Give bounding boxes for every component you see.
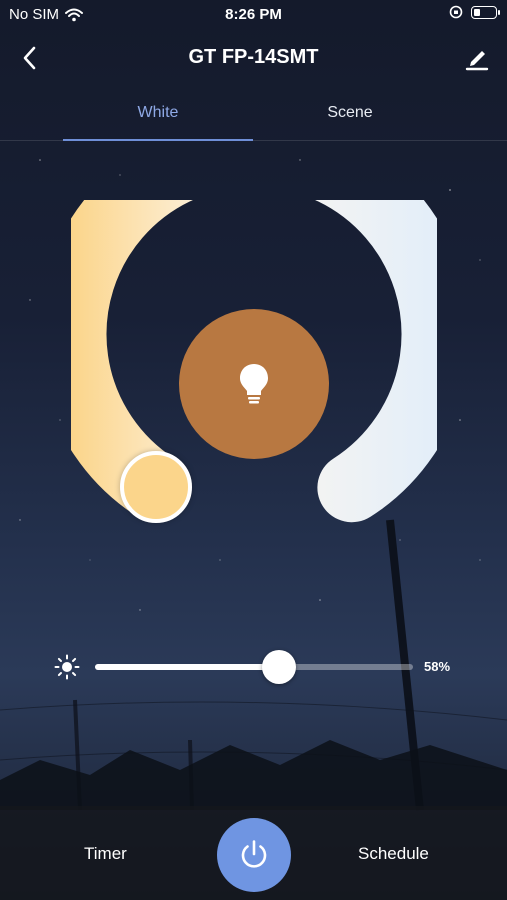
- clock: 8:26 PM: [225, 6, 282, 23]
- brightness-slider-thumb[interactable]: [262, 650, 296, 684]
- battery-icon: [471, 5, 500, 19]
- status-bar: No SIM 8:26 PM: [0, 0, 507, 30]
- brightness-value: 58%: [424, 659, 451, 674]
- schedule-button[interactable]: Schedule: [358, 844, 429, 864]
- tab-bar: White Scene: [0, 92, 507, 141]
- pencil-icon[interactable]: [463, 44, 491, 72]
- brightness-slider-track[interactable]: [95, 664, 413, 670]
- lightbulb-icon: [240, 364, 268, 404]
- light-toggle-circle[interactable]: [179, 309, 329, 459]
- tab-scene[interactable]: Scene: [255, 104, 445, 122]
- nav-bar: GT FP-14SMT: [0, 36, 507, 80]
- tab-white[interactable]: White: [63, 104, 253, 122]
- device-title: GT FP-14SMT: [188, 46, 319, 68]
- power-button[interactable]: [217, 818, 291, 892]
- brightness-slider-fill: [95, 664, 279, 670]
- temperature-handle[interactable]: [120, 451, 192, 523]
- orientation-lock-icon: [449, 5, 463, 19]
- power-icon: [241, 840, 267, 868]
- timer-button[interactable]: Timer: [84, 844, 127, 864]
- brightness-sun-icon: [54, 654, 80, 680]
- active-tab-indicator: [63, 139, 253, 141]
- brightness-control: 58%: [0, 650, 507, 684]
